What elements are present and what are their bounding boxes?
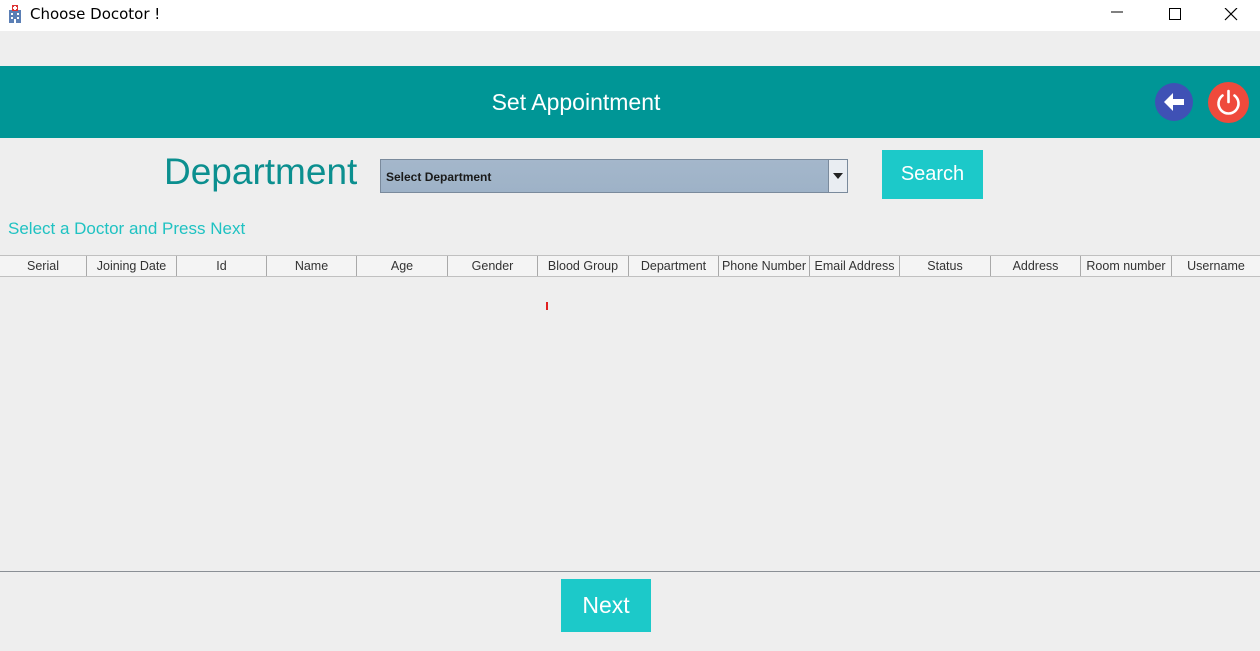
maximize-icon — [1169, 8, 1181, 20]
column-header-blood-group[interactable]: Blood Group — [538, 256, 629, 276]
column-header-department[interactable]: Department — [629, 256, 719, 276]
column-header-serial[interactable]: Serial — [0, 256, 87, 276]
cursor-marker — [546, 302, 548, 310]
window-title: Choose Docotor ! — [30, 5, 161, 23]
column-header-room-number[interactable]: Room number — [1081, 256, 1172, 276]
column-header-age[interactable]: Age — [357, 256, 448, 276]
power-button[interactable] — [1208, 82, 1249, 123]
page-header: Set Appointment — [0, 66, 1260, 138]
maximize-button[interactable] — [1146, 0, 1204, 31]
minimize-icon — [1111, 11, 1123, 13]
column-header-username[interactable]: Username — [1172, 256, 1260, 276]
window-titlebar: Choose Docotor ! — [0, 0, 1260, 31]
power-icon — [1217, 89, 1240, 115]
column-header-phone-number[interactable]: Phone Number — [719, 256, 810, 276]
department-label: Department — [164, 151, 358, 192]
arrow-left-icon — [1164, 93, 1184, 111]
table-header: Serial Joining Date Id Name Age Gender B… — [0, 255, 1260, 277]
column-header-id[interactable]: Id — [177, 256, 267, 276]
hospital-app-icon — [9, 5, 21, 23]
search-button[interactable]: Search — [882, 150, 983, 199]
minimize-button[interactable] — [1088, 0, 1146, 31]
page-title: Set Appointment — [491, 89, 661, 115]
back-button[interactable] — [1155, 83, 1193, 121]
column-header-address[interactable]: Address — [991, 256, 1081, 276]
column-header-status[interactable]: Status — [900, 256, 991, 276]
instruction-text: Select a Doctor and Press Next — [8, 219, 246, 238]
department-dropdown-toggle[interactable] — [828, 160, 847, 192]
department-select-value: Select Department — [386, 170, 492, 184]
close-icon — [1224, 8, 1238, 21]
doctor-table-body[interactable] — [0, 277, 1260, 572]
department-select[interactable]: Select Department — [380, 159, 848, 193]
next-button[interactable]: Next — [561, 579, 651, 632]
column-header-email-address[interactable]: Email Address — [810, 256, 900, 276]
column-header-joining-date[interactable]: Joining Date — [87, 256, 177, 276]
chevron-down-icon — [833, 173, 843, 179]
column-header-gender[interactable]: Gender — [448, 256, 538, 276]
column-header-name[interactable]: Name — [267, 256, 357, 276]
close-button[interactable] — [1202, 0, 1260, 31]
